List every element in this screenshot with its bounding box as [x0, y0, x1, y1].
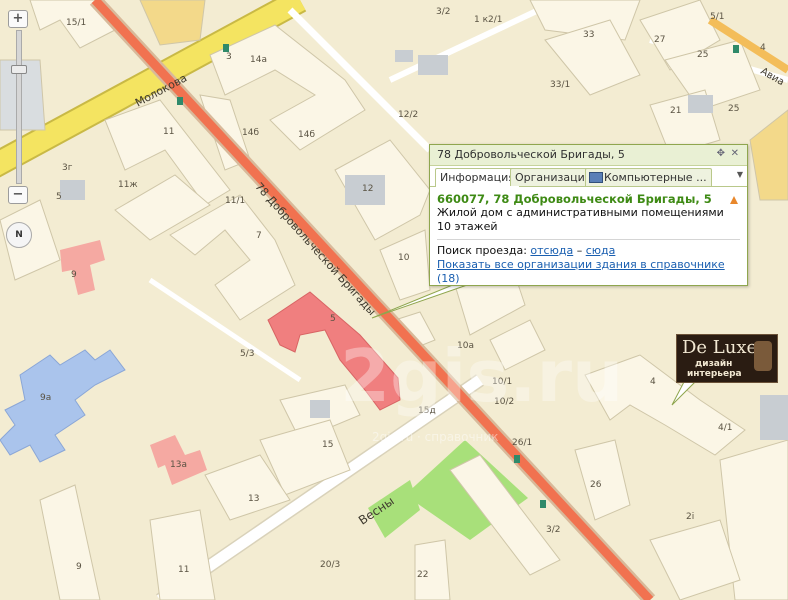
building-label: 12/2 — [398, 110, 419, 120]
deluxe-line1: дизайн — [695, 359, 733, 369]
route-to-link[interactable]: сюда — [586, 244, 616, 257]
route-label: Поиск проезда: — [437, 244, 527, 257]
computer-icon — [589, 172, 603, 183]
pin-icon[interactable]: ✥ — [717, 148, 725, 160]
building-label: 14б — [298, 130, 316, 140]
building-floors: 10 этажей — [437, 220, 498, 233]
building-label: 27 — [654, 35, 666, 45]
building-label: 26/1 — [512, 438, 533, 448]
all-organizations-link[interactable]: Показать все организации здания в справо… — [437, 258, 725, 271]
watermark-subtitle: 2gis.ru · справочник — [372, 430, 499, 444]
building-label: 15 — [322, 440, 334, 450]
armchair-icon — [754, 341, 772, 371]
building-label: 3/2 — [546, 525, 561, 535]
building-label: 10 — [398, 253, 410, 263]
building-label: 3г — [62, 163, 73, 173]
building-info-popup[interactable]: 78 Добровольческой Бригады, 5 ✥ ✕ Информ… — [429, 144, 748, 286]
building-label: 5 — [56, 192, 62, 202]
deluxe-brand: De Luxe — [682, 337, 758, 358]
building-label: 4 — [650, 377, 656, 387]
zoom-in-button[interactable]: + — [8, 10, 28, 28]
route-dash: – — [576, 244, 583, 257]
zoom-out-button[interactable]: − — [8, 186, 28, 204]
building-label: 9а — [40, 393, 52, 403]
route-from-link[interactable]: отсюда — [530, 244, 573, 257]
building-label: 5/3 — [240, 349, 255, 359]
building-label: 2i — [686, 512, 695, 522]
building-address: 660077, 78 Добровольческой Бригады, 5 — [437, 192, 712, 206]
building-label: 33/1 — [550, 80, 571, 90]
watermark: 2gis.ru — [340, 334, 624, 418]
building-label: 22 — [417, 570, 429, 580]
building-label: 15/1 — [66, 18, 87, 28]
building-label: 3 — [226, 52, 232, 62]
building-label: 5/1 — [710, 12, 725, 22]
popup-header: 78 Добровольческой Бригады, 5 ✥ ✕ — [430, 145, 747, 166]
organizations-count: (18) — [437, 272, 460, 285]
building-label: 21 — [670, 106, 682, 116]
building-description: Жилой дом с административными помещениям… — [437, 206, 724, 219]
building-label: 9 — [71, 270, 77, 280]
building-label: 9 — [76, 562, 82, 572]
building-label: 11/1 — [225, 196, 246, 206]
zoom-slider-handle[interactable] — [11, 65, 27, 74]
zoom-control[interactable]: + − — [8, 10, 30, 204]
building-label: 25 — [728, 104, 740, 114]
building-label: 3/2 — [436, 7, 451, 17]
building-label: 1 к2/1 — [474, 15, 503, 25]
building-label: 5 — [330, 314, 336, 324]
building-label: 25 — [697, 50, 709, 60]
warning-icon[interactable] — [730, 196, 738, 204]
city-map[interactable] — [0, 0, 788, 600]
popup-tabs: Информация Организации Компьютерные ... … — [430, 166, 747, 187]
building-label: 13а — [170, 460, 187, 470]
deluxe-advert[interactable]: De Luxe дизайн интерьера — [676, 334, 778, 383]
building-label: 11 — [178, 565, 190, 575]
building-label: 7 — [256, 231, 262, 241]
building-label: 11ж — [118, 180, 138, 190]
building-label: 4/1 — [718, 423, 733, 433]
tab-organizations[interactable]: Организации — [510, 168, 597, 186]
building-label: 14а — [250, 55, 267, 65]
building-label: 26 — [590, 480, 602, 490]
all-organizations-row: Показать все организации здания в справо… — [437, 258, 740, 286]
zoom-slider-track[interactable] — [11, 30, 27, 184]
building-label: 14б — [242, 128, 260, 138]
compass-icon[interactable]: N — [6, 222, 32, 248]
tab-computer[interactable]: Компьютерные ... — [585, 168, 712, 186]
building-label: 20/3 — [320, 560, 341, 570]
close-icon[interactable]: ✕ — [731, 148, 739, 160]
tab-information[interactable]: Информация — [435, 168, 520, 187]
popup-divider — [437, 239, 740, 240]
route-search: Поиск проезда: отсюда – сюда — [437, 244, 740, 258]
tabs-dropdown-icon[interactable]: ▼ — [737, 170, 743, 179]
building-label: 33 — [583, 30, 595, 40]
popup-title: 78 Добровольческой Бригады, 5 — [437, 148, 625, 161]
building-label: 12 — [362, 184, 374, 194]
tab-computer-label: Компьютерные ... — [604, 171, 707, 184]
building-label: 4 — [760, 43, 766, 53]
deluxe-line2: интерьера — [687, 369, 742, 379]
building-label: 13 — [248, 494, 260, 504]
building-label: 11 — [163, 127, 175, 137]
popup-body: 660077, 78 Добровольческой Бригады, 5 Жи… — [430, 187, 747, 286]
